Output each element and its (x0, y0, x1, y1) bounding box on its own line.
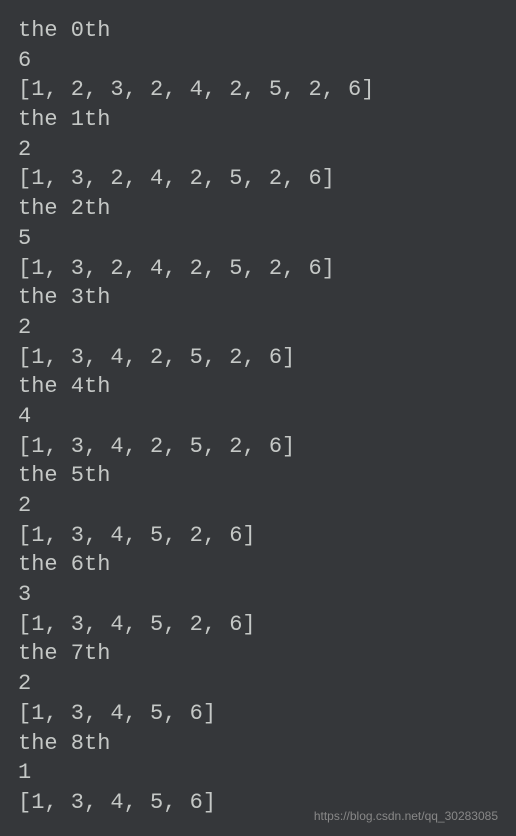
output-line: [1, 3, 4, 5, 6] (18, 699, 498, 729)
output-line: [1, 3, 4, 5, 2, 6] (18, 610, 498, 640)
output-line: 2 (18, 135, 498, 165)
output-line: the 7th (18, 639, 498, 669)
output-line: [1, 3, 4, 2, 5, 2, 6] (18, 343, 498, 373)
output-line: 1 (18, 758, 498, 788)
output-line: [1, 3, 2, 4, 2, 5, 2, 6] (18, 254, 498, 284)
output-line: the 6th (18, 550, 498, 580)
output-line: the 1th (18, 105, 498, 135)
output-line: 2 (18, 313, 498, 343)
output-line: 2 (18, 491, 498, 521)
output-line: 2 (18, 669, 498, 699)
output-line: [1, 3, 2, 4, 2, 5, 2, 6] (18, 164, 498, 194)
output-line: 4 (18, 402, 498, 432)
console-output: the 0th 6 [1, 2, 3, 2, 4, 2, 5, 2, 6] th… (18, 16, 498, 818)
output-line: the 5th (18, 461, 498, 491)
output-line: [1, 2, 3, 2, 4, 2, 5, 2, 6] (18, 75, 498, 105)
output-line: 5 (18, 224, 498, 254)
output-line: [1, 3, 4, 2, 5, 2, 6] (18, 432, 498, 462)
output-line: the 2th (18, 194, 498, 224)
output-line: the 4th (18, 372, 498, 402)
output-line: the 3th (18, 283, 498, 313)
output-line: the 0th (18, 16, 498, 46)
output-line: [1, 3, 4, 5, 2, 6] (18, 521, 498, 551)
output-line: 6 (18, 46, 498, 76)
output-line: the 8th (18, 729, 498, 759)
watermark-text: https://blog.csdn.net/qq_30283085 (314, 808, 498, 824)
output-line: 3 (18, 580, 498, 610)
